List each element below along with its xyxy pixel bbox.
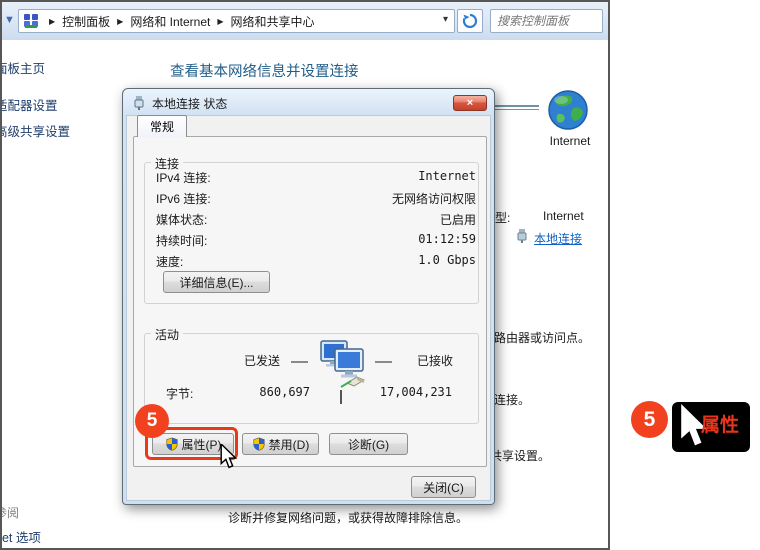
sidebar-item-change-adapter-settings[interactable]: 适配器设置 <box>0 95 58 114</box>
speed-value: 1.0 Gbps <box>418 253 476 267</box>
step-badge: 5 <box>135 404 169 438</box>
computers-activity-icon <box>317 339 367 393</box>
activity-group: 活动 <box>144 333 479 424</box>
internet-globe-icon <box>546 88 590 132</box>
margin-callout: 5 属性 <box>628 398 758 456</box>
access-type-label-fragment: 型: <box>495 209 510 226</box>
bytes-separator <box>340 390 342 404</box>
sent-connector-line <box>291 361 308 363</box>
dialog-title-bar[interactable]: 本地连接 状态 × <box>123 89 494 115</box>
ipv6-label: IPv6 连接: <box>156 190 211 207</box>
sidebar-item-internet-options[interactable]: net 选项 <box>0 527 41 546</box>
tab-general[interactable]: 常规 <box>137 115 187 137</box>
breadcrumb-item-control-panel[interactable]: 控制面板 <box>62 13 110 30</box>
step-badge: 5 <box>631 401 668 438</box>
sidebar-item-advanced-sharing-settings[interactable]: 高级共享设置 <box>0 121 70 140</box>
received-label: 已接收 <box>417 352 453 369</box>
internet-node-label: Internet <box>542 134 598 148</box>
nav-history-chevron-icon[interactable]: ▼ <box>4 14 15 26</box>
local-connection-link[interactable]: 本地连接 <box>534 230 582 247</box>
breadcrumb-arrow-icon: ▶ <box>117 17 123 26</box>
dialog-title: 本地连接 状态 <box>152 95 227 112</box>
refresh-button[interactable] <box>457 9 483 33</box>
sidebar-item-control-panel-home[interactable]: 面板主页 <box>0 58 45 77</box>
speed-label: 速度: <box>156 253 183 270</box>
diagnose-button-label: 诊断(G) <box>348 436 389 453</box>
media-state-value: 已启用 <box>440 211 476 228</box>
ipv4-value: Internet <box>418 169 476 183</box>
activity-group-label: 活动 <box>151 326 183 343</box>
background-text-fragment: 诊断并修复网络问题，或获得故障排除信息。 <box>228 509 468 526</box>
local-connection-status-dialog: 本地连接 状态 × 常规 连接 IPv4 连接: Internet IPv6 连… <box>122 88 495 505</box>
page-title: 查看基本网络信息并设置连接 <box>170 60 359 81</box>
media-state-label: 媒体状态: <box>156 211 207 228</box>
sent-label: 已发送 <box>244 352 280 369</box>
close-button[interactable]: 关闭(C) <box>411 476 476 498</box>
bytes-sent-value: 860,697 <box>259 385 310 399</box>
uac-shield-icon <box>252 437 266 451</box>
callout-properties-text: 属性 <box>701 410 739 437</box>
breadcrumb-arrow-icon: ▶ <box>217 17 223 26</box>
bytes-label: 字节: <box>166 385 193 402</box>
breadcrumb-item-network-sharing-center[interactable]: 网络和共享中心 <box>231 13 315 30</box>
network-map-connector-line <box>492 105 539 110</box>
diagnose-button[interactable]: 诊断(G) <box>329 433 408 455</box>
ipv6-value: 无网络访问权限 <box>392 190 476 207</box>
received-connector-line <box>375 361 392 363</box>
search-input[interactable] <box>491 10 602 32</box>
ethernet-plug-icon <box>516 228 528 243</box>
bytes-received-value: 17,004,231 <box>380 385 452 399</box>
screenshot-root: ▼ ▶ 控制面板 ▶ 网络和 Internet ▶ 网络和共享中心 ▾ <box>0 0 760 550</box>
network-center-icon <box>22 12 40 30</box>
general-tab-page: 连接 IPv4 连接: Internet IPv6 连接: 无网络访问权限 媒体… <box>133 136 487 467</box>
background-text-fragment: 连接。 <box>494 391 530 408</box>
background-text-fragment: 共享设置。 <box>490 447 550 464</box>
refresh-icon <box>462 13 478 29</box>
breadcrumb: ▶ 控制面板 ▶ 网络和 Internet ▶ 网络和共享中心 ▾ <box>18 9 455 33</box>
sidebar-see-also-label: 参阅 <box>0 504 19 521</box>
mouse-cursor-icon <box>219 444 239 470</box>
access-type-value: Internet <box>543 209 584 223</box>
connection-status-icon <box>133 95 145 110</box>
step-number: 5 <box>147 410 158 432</box>
breadcrumb-arrow-icon: ▶ <box>49 17 55 26</box>
close-icon: × <box>467 98 473 109</box>
background-text-fragment: 路由器或访问点。 <box>494 329 590 346</box>
ipv4-label: IPv4 连接: <box>156 169 211 186</box>
disable-button-label: 禁用(D) <box>269 436 310 453</box>
details-button[interactable]: 详细信息(E)... <box>163 271 270 293</box>
address-bar: ▼ ▶ 控制面板 ▶ 网络和 Internet ▶ 网络和共享中心 ▾ <box>2 2 608 40</box>
duration-value: 01:12:59 <box>418 232 476 246</box>
details-button-label: 详细信息(E)... <box>180 274 254 291</box>
duration-label: 持续时间: <box>156 232 207 249</box>
address-dropdown-icon[interactable]: ▾ <box>443 14 448 25</box>
disable-button[interactable]: 禁用(D) <box>242 433 319 455</box>
dialog-close-button[interactable]: × <box>453 95 487 111</box>
close-button-label: 关闭(C) <box>423 479 464 496</box>
search-box <box>490 9 603 33</box>
breadcrumb-item-network-internet[interactable]: 网络和 Internet <box>130 13 210 30</box>
step-number: 5 <box>644 408 656 432</box>
